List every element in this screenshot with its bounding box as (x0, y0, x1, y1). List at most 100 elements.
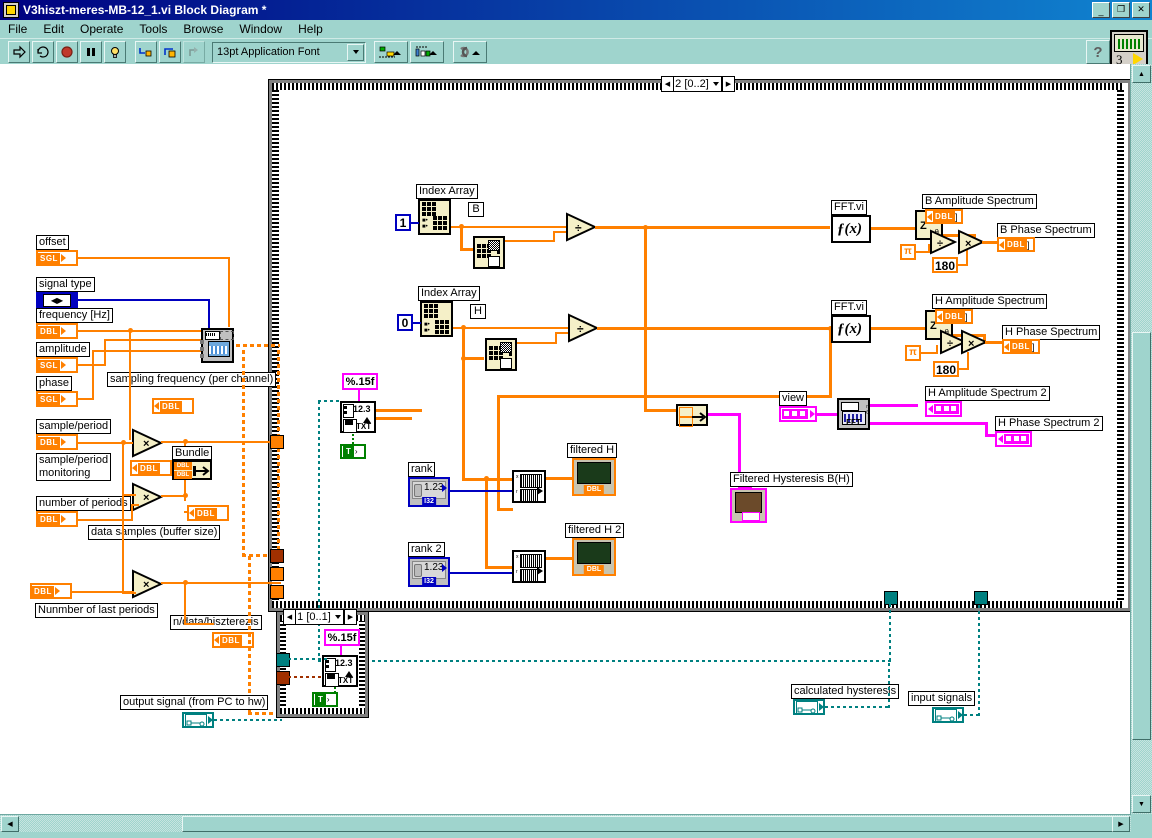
bundle-node[interactable]: Bundle DBL DBL (172, 446, 213, 480)
indicator-filtered-h[interactable]: DBL (572, 458, 616, 496)
terminal-offset[interactable]: SGL (36, 250, 78, 266)
highlight-execution-button[interactable] (104, 41, 126, 63)
sort-node-1[interactable]: x r (512, 470, 546, 503)
multiply-node-3[interactable]: × (131, 569, 163, 599)
array-statistics-node-1[interactable] (473, 236, 505, 269)
vertical-scrollbar-thumb[interactable] (1132, 332, 1151, 740)
terminal-sample-period[interactable]: DBL (36, 434, 78, 450)
terminal-signal-type[interactable]: ◀▶ (36, 292, 78, 308)
close-button[interactable]: ✕ (1132, 2, 1150, 18)
loop-tunnel-1[interactable] (270, 435, 284, 449)
multiply-node-h-phase[interactable]: × (960, 329, 988, 355)
pause-button[interactable] (80, 41, 102, 63)
reorder-button[interactable] (453, 41, 487, 63)
block-diagram-canvas[interactable]: ◀ 2 [0..2] ▶ offset SGL signal type ◀▶ f… (0, 64, 1131, 814)
loop-tunnel-bottom-b[interactable] (974, 591, 988, 605)
indicator-b-amplitude-spectrum[interactable]: DBL ] (925, 209, 963, 224)
abort-execution-button[interactable] (56, 41, 78, 63)
maximize-button[interactable]: ❐ (1112, 2, 1130, 18)
menu-operate[interactable]: Operate (72, 20, 131, 38)
prev-iteration-icon[interactable]: ◀ (284, 610, 296, 624)
divide-node-2[interactable]: ÷ (567, 313, 599, 343)
next-iteration-icon[interactable]: ▶ (344, 610, 356, 624)
terminal-output-signal[interactable] (182, 712, 214, 728)
constant-180-2[interactable]: 180 (933, 361, 959, 377)
menu-browse[interactable]: Browse (175, 20, 231, 38)
iteration-dropdown-icon[interactable] (710, 77, 722, 91)
indicator-h-phase-spectrum[interactable]: DBL ] (1002, 339, 1040, 354)
scroll-right-button[interactable]: ▶ (1112, 816, 1130, 832)
divide-node-b-phase[interactable]: ÷ (929, 229, 957, 255)
constant-format-1[interactable]: %.15f (342, 373, 378, 390)
step-out-button[interactable] (183, 41, 205, 63)
index-array-node-2[interactable]: ■• ■• (420, 301, 453, 337)
constant-180-1[interactable]: 180 (932, 257, 958, 273)
terminal-amplitude[interactable]: SGL (36, 357, 78, 373)
scroll-left-button[interactable]: ◀ (1, 816, 19, 832)
chevron-down-icon[interactable] (347, 43, 364, 61)
scroll-up-button[interactable]: ▲ (1132, 65, 1151, 83)
distribute-objects-button[interactable] (410, 41, 444, 63)
write-to-file-node-1[interactable]: 12.3 TXT (340, 401, 376, 433)
constant-true-1[interactable]: T › (340, 444, 366, 459)
prev-iteration-icon[interactable]: ◀ (662, 77, 674, 91)
terminal-frequency[interactable]: DBL (36, 323, 78, 339)
constant-pi-1[interactable]: π (900, 244, 916, 260)
indicator-filtered-hysteresis[interactable] (730, 488, 767, 523)
bottom-loop-tunnel-teal[interactable] (276, 653, 290, 667)
terminal-number-of-last-periods[interactable]: DBL (30, 583, 72, 599)
constant-pi-2[interactable]: π (905, 345, 921, 361)
font-selector[interactable]: 13pt Application Font (212, 41, 366, 63)
multiply-node-1[interactable]: × (131, 428, 163, 458)
minimize-button[interactable]: _ (1092, 2, 1110, 18)
simulate-signal-node[interactable] (200, 328, 234, 363)
bottom-loop-tunnel-orange[interactable] (276, 671, 290, 685)
indicator-h-amplitude-spectrum-2[interactable] (925, 401, 962, 417)
align-objects-button[interactable] (374, 41, 408, 63)
main-loop-iteration-selector[interactable]: ◀ 2 [0..2] ▶ (661, 76, 735, 92)
menu-edit[interactable]: Edit (35, 20, 72, 38)
merge-signals-node[interactable] (676, 404, 708, 427)
menu-help[interactable]: Help (290, 20, 331, 38)
index-array-node-1[interactable]: ■• ■• (418, 199, 451, 235)
fft-subvi-2[interactable]: ƒ(x) (831, 315, 871, 343)
indicator-h-amplitude-spectrum[interactable]: DBL ] (935, 309, 973, 324)
control-rank[interactable]: 1.23 I32 (408, 477, 450, 507)
run-button[interactable] (8, 41, 30, 63)
loop-tunnel-2[interactable] (270, 549, 284, 563)
terminal-input-signals[interactable] (932, 707, 964, 723)
step-into-button[interactable] (135, 41, 157, 63)
menu-tools[interactable]: Tools (131, 20, 175, 38)
terminal-number-of-periods[interactable]: DBL (36, 511, 78, 527)
loop-tunnel-bottom-a[interactable] (884, 591, 898, 605)
horizontal-scrollbar[interactable]: ◀ ▶ (0, 814, 1131, 832)
next-iteration-icon[interactable]: ▶ (722, 77, 734, 91)
menu-file[interactable]: File (0, 20, 35, 38)
terminal-calculated-hysteresis[interactable] (793, 699, 825, 715)
divide-node-1[interactable]: ÷ (565, 212, 597, 242)
control-rank-2[interactable]: 1.23 I32 (408, 557, 450, 587)
run-continuously-button[interactable] (32, 41, 54, 63)
loop-tunnel-3[interactable] (270, 567, 284, 581)
indicator-sampling-frequency[interactable]: DBL (152, 398, 194, 414)
context-help-button[interactable]: ? (1086, 40, 1110, 64)
array-statistics-node-2[interactable] (485, 338, 517, 371)
indicator-filtered-h-2[interactable]: DBL (572, 538, 616, 576)
vertical-scrollbar[interactable]: ▲ ▼ (1130, 64, 1152, 814)
fft-display-node[interactable]: FFT rθ (837, 398, 870, 430)
constant-format-2[interactable]: %.15f (324, 629, 360, 646)
indicator-buffer-size[interactable]: DBL (187, 505, 229, 521)
step-over-button[interactable] (159, 41, 181, 63)
bottom-loop-iteration-selector[interactable]: ◀ 1 [0..1] ▶ (283, 609, 357, 625)
constant-index-0[interactable]: 0 (397, 314, 413, 331)
menu-window[interactable]: Window (231, 20, 290, 38)
multiply-node-2[interactable]: × (131, 482, 163, 512)
terminal-phase[interactable]: SGL (36, 391, 78, 407)
scroll-down-button[interactable]: ▼ (1132, 795, 1151, 813)
indicator-h-phase-spectrum-2[interactable] (995, 431, 1032, 447)
fft-subvi-1[interactable]: ƒ(x) (831, 215, 871, 243)
horizontal-scrollbar-thumb[interactable] (182, 816, 1114, 832)
sort-node-2[interactable]: x r (512, 550, 546, 583)
constant-index-1[interactable]: 1 (395, 214, 411, 231)
multiply-node-b-phase[interactable]: × (957, 229, 985, 255)
